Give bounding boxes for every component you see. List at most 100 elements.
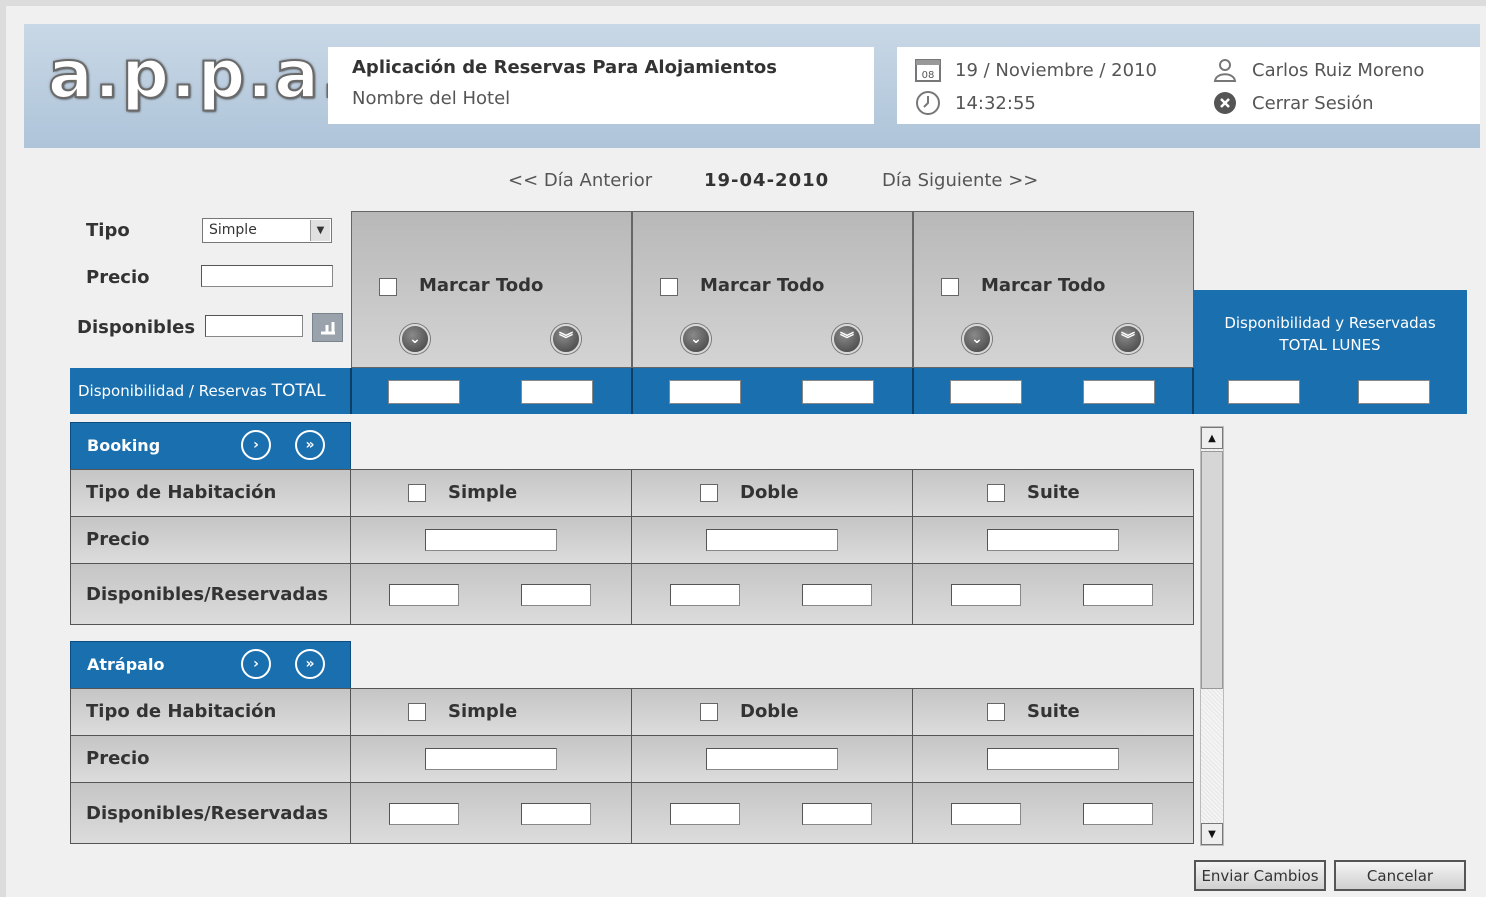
reservadas-input[interactable]: [802, 803, 872, 825]
total-label: Disponibilidad / Reservas TOTAL: [78, 381, 326, 401]
hotel-name: Nombre del Hotel: [352, 88, 511, 109]
price-cell: [631, 735, 913, 783]
chevron-down-icon[interactable]: ⌄: [400, 324, 430, 354]
chevron-right-icon[interactable]: ›: [241, 649, 271, 679]
tipo-selected-value: Simple: [209, 222, 257, 238]
scroll-up-icon[interactable]: ▲: [1201, 427, 1223, 449]
total-reservadas-input[interactable]: [1083, 380, 1155, 404]
current-date: 19 / Noviembre / 2010: [955, 59, 1157, 81]
price-input[interactable]: [987, 748, 1119, 770]
mark-all-label: Marcar Todo: [700, 275, 825, 296]
next-day-link[interactable]: Día Siguiente >>: [882, 170, 1038, 191]
reservadas-input[interactable]: [521, 803, 591, 825]
precio-input[interactable]: [201, 265, 333, 287]
svg-text:08: 08: [922, 70, 935, 81]
type-checkbox[interactable]: [408, 703, 426, 721]
chevron-down-icon[interactable]: ▼: [310, 220, 330, 241]
tipo-label: Tipo: [86, 220, 130, 241]
mark-all-label: Marcar Todo: [419, 275, 544, 296]
mark-all-checkbox[interactable]: [660, 278, 678, 296]
price-cell: [350, 735, 632, 783]
type-checkbox[interactable]: [700, 703, 718, 721]
summary-reservadas-input[interactable]: [1358, 380, 1430, 404]
disponibles-input[interactable]: [389, 584, 459, 606]
type-cell: Doble: [631, 688, 913, 736]
tipo-select[interactable]: Simple ▼: [202, 218, 332, 243]
divider: [1192, 368, 1194, 414]
disponibles-input[interactable]: [670, 584, 740, 606]
chevron-down-icon[interactable]: ⌄: [681, 324, 711, 354]
scroll-thumb[interactable]: [1201, 451, 1223, 689]
total-reservadas-input[interactable]: [802, 380, 874, 404]
scroll-down-icon[interactable]: ▼: [1201, 823, 1223, 845]
price-input[interactable]: [425, 748, 557, 770]
logout-link[interactable]: Cerrar Sesión: [1212, 90, 1374, 116]
double-chevron-down-icon[interactable]: ︾: [551, 324, 581, 354]
info-panel: 08 19 / Noviembre / 2010 14:32:55 Carlos…: [897, 47, 1480, 124]
type-cell: Doble: [631, 469, 913, 517]
disponibles-input[interactable]: [389, 803, 459, 825]
send-changes-button[interactable]: Enviar Cambios: [1194, 860, 1326, 891]
reservadas-input[interactable]: [802, 584, 872, 606]
summary-header: Disponibilidad y Reservadas TOTAL LUNES: [1193, 290, 1467, 370]
prev-day-link[interactable]: << Día Anterior: [508, 170, 652, 191]
mark-all-checkbox[interactable]: [941, 278, 959, 296]
price-input[interactable]: [987, 529, 1119, 551]
double-chevron-down-icon[interactable]: ︾: [1113, 324, 1143, 354]
avail-cell: [350, 563, 632, 625]
type-checkbox[interactable]: [700, 484, 718, 502]
type-label: Simple: [448, 701, 518, 722]
channel-header-atrapalo: Atrápalo › »: [70, 641, 351, 689]
summary-line1: Disponibilidad y Reservadas: [1224, 314, 1436, 332]
disponibles-input[interactable]: [670, 803, 740, 825]
apply-filter-button[interactable]: [312, 313, 343, 342]
column-header-3: Marcar Todo ⌄ ︾: [913, 211, 1194, 368]
current-day: 19-04-2010: [704, 170, 830, 191]
double-chevron-down-icon[interactable]: ︾: [832, 324, 862, 354]
price-input[interactable]: [706, 529, 838, 551]
user-name: Carlos Ruiz Moreno: [1252, 59, 1425, 81]
row-tipo-label: Tipo de Habitación: [86, 482, 277, 503]
total-label-suffix: TOTAL: [271, 381, 326, 401]
double-chevron-right-icon[interactable]: »: [295, 649, 325, 679]
reservadas-input[interactable]: [1083, 584, 1153, 606]
logout-label: Cerrar Sesión: [1252, 92, 1374, 114]
chevron-down-icon[interactable]: ⌄: [962, 324, 992, 354]
price-input[interactable]: [706, 748, 838, 770]
reservadas-input[interactable]: [521, 584, 591, 606]
app-logo: a.p.p.a.: [47, 35, 348, 114]
row-disp-label: Disponibles/Reservadas: [86, 584, 329, 605]
cancel-button[interactable]: Cancelar: [1334, 860, 1466, 891]
total-disponibles-input[interactable]: [388, 380, 460, 404]
divider: [631, 368, 633, 414]
total-disponibles-input[interactable]: [950, 380, 1022, 404]
date-row: 08 19 / Noviembre / 2010: [915, 57, 1157, 83]
type-checkbox[interactable]: [987, 484, 1005, 502]
type-label: Suite: [1027, 482, 1080, 503]
reservadas-input[interactable]: [1083, 803, 1153, 825]
type-checkbox[interactable]: [987, 703, 1005, 721]
mark-all-checkbox[interactable]: [379, 278, 397, 296]
summary-disponibles-input[interactable]: [1228, 380, 1300, 404]
row-disp-label: Disponibles/Reservadas: [86, 803, 329, 824]
channel-header-booking: Booking › »: [70, 422, 351, 470]
total-reservadas-input[interactable]: [521, 380, 593, 404]
disponibles-input[interactable]: [205, 315, 303, 337]
chevron-right-icon[interactable]: ›: [241, 430, 271, 460]
price-cell: [912, 735, 1194, 783]
type-checkbox[interactable]: [408, 484, 426, 502]
type-label: Suite: [1027, 701, 1080, 722]
disponibles-label: Disponibles: [77, 317, 196, 338]
price-input[interactable]: [425, 529, 557, 551]
disponibles-input[interactable]: [951, 584, 1021, 606]
mark-all-label: Marcar Todo: [981, 275, 1106, 296]
title-panel: Aplicación de Reservas Para Alojamientos…: [328, 47, 874, 124]
double-chevron-right-icon[interactable]: »: [295, 430, 325, 460]
disponibles-input[interactable]: [951, 803, 1021, 825]
total-disponibles-input[interactable]: [669, 380, 741, 404]
row-label-cell: Precio: [70, 735, 351, 783]
type-cell: Simple: [350, 688, 632, 736]
column-header-2: Marcar Todo ⌄ ︾: [632, 211, 913, 368]
type-cell: Suite: [912, 469, 1194, 517]
vertical-scrollbar[interactable]: ▲ ▼: [1200, 426, 1224, 846]
